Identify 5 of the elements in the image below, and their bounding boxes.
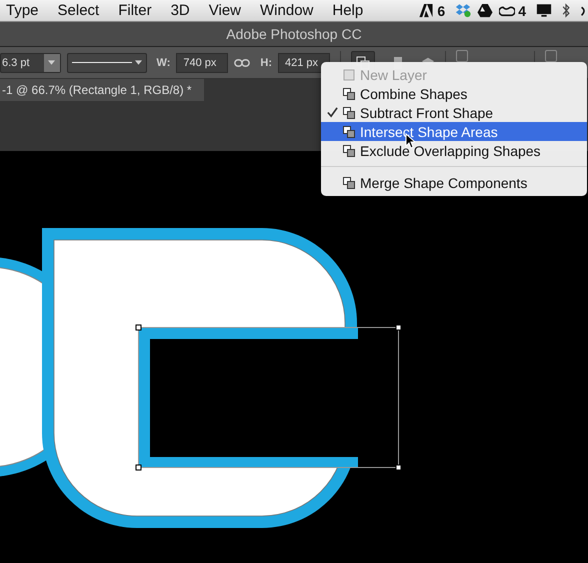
window-title: Adobe Photoshop CC <box>226 26 362 42</box>
badge-count: 6 <box>437 2 446 18</box>
width-label: W: <box>156 56 170 68</box>
badge-count: 4 <box>518 2 526 18</box>
height-label: H: <box>260 56 272 68</box>
